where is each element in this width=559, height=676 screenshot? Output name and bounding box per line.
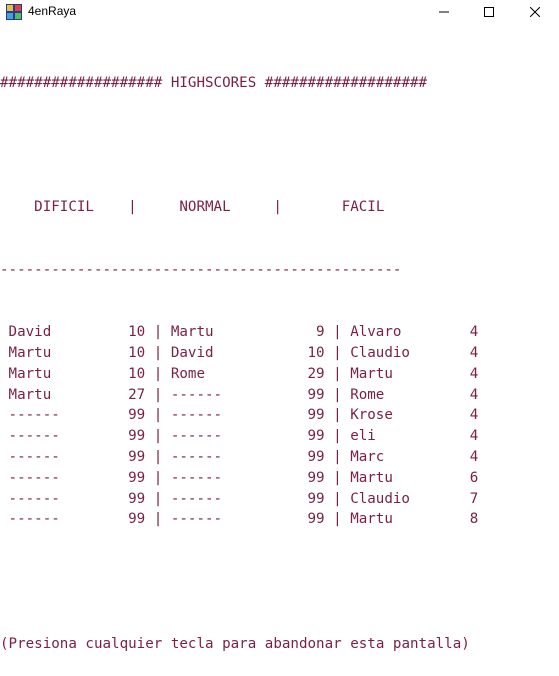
column-headers: DIFICIL | NORMAL | FACIL (34, 199, 385, 216)
dificil-name: ------ (8, 490, 60, 507)
table-row: ------ 99 | ------ 99 | eli 4 (0, 426, 559, 447)
column-dificil: DIFICIL (34, 199, 94, 216)
highscores-header: ################### HIGHSCORES #########… (0, 74, 428, 91)
dificil-name: David (8, 324, 52, 341)
facil-name: Alvaro (350, 324, 402, 341)
column-normal: NORMAL (179, 199, 231, 216)
facil-name: Rome (350, 386, 385, 403)
normal-name: Martu (170, 324, 214, 341)
header-separator: ----------------------------------------… (0, 261, 402, 278)
dificil-score: 99 (128, 469, 146, 486)
table-row: ------ 99 | ------ 99 | Krose 4 (0, 405, 559, 426)
normal-name: David (170, 344, 214, 361)
window-title: 4enRaya (28, 4, 77, 18)
table-row: Martu 10 | Rome 29 | Martu 4 (0, 364, 559, 385)
normal-name: ------ (170, 448, 223, 465)
exit-prompt: (Presiona cualquier tecla para abandonar… (0, 636, 470, 653)
dificil-name: Martu (8, 344, 52, 361)
normal-score: 9 (316, 324, 325, 341)
normal-name: ------ (170, 407, 223, 424)
table-row: David 10 | Martu 9 | Alvaro 4 (0, 322, 559, 343)
close-icon (530, 7, 540, 17)
table-row: ------ 99 | ------ 99 | Martu 6 (0, 468, 559, 489)
facil-name: Martu (350, 365, 393, 382)
facil-score: 8 (469, 511, 479, 528)
normal-score: 10 (307, 344, 325, 361)
close-button[interactable] (513, 0, 557, 24)
normal-score: 99 (307, 407, 325, 424)
facil-name: Claudio (350, 344, 410, 361)
normal-name: ------ (170, 469, 223, 486)
facil-score: 4 (469, 344, 479, 361)
facil-score: 4 (469, 428, 479, 445)
minimize-button[interactable] (422, 0, 466, 24)
normal-score: 29 (307, 365, 325, 382)
facil-score: 4 (469, 407, 479, 424)
dificil-name: ------ (8, 511, 60, 528)
dificil-score: 99 (128, 428, 146, 445)
facil-score: 4 (469, 365, 479, 382)
dificil-name: ------ (8, 428, 60, 445)
title-bar: 4enRaya (0, 0, 559, 24)
normal-name: ------ (170, 428, 223, 445)
table-row: ------ 99 | ------ 99 | Marc 4 (0, 447, 559, 468)
dificil-name: ------ (8, 407, 60, 424)
table-row: ------ 99 | ------ 99 | Claudio 7 (0, 489, 559, 510)
facil-name: Krose (350, 407, 393, 424)
normal-score: 99 (307, 386, 325, 403)
normal-name: ------ (170, 511, 223, 528)
score-rows: David 10 | Martu 9 | Alvaro 4 Martu 10 | Dav… (0, 322, 559, 530)
column-facil: FACIL (341, 199, 385, 216)
normal-name: ------ (170, 490, 223, 507)
facil-score: 4 (469, 324, 479, 341)
facil-score: 6 (469, 469, 479, 486)
dificil-score: 10 (128, 324, 146, 341)
dificil-score: 99 (128, 407, 146, 424)
normal-score: 99 (307, 469, 325, 486)
facil-score: 4 (469, 386, 479, 403)
dificil-score: 99 (128, 490, 146, 507)
facil-name: Martu (350, 511, 393, 528)
normal-score: 99 (307, 428, 325, 445)
normal-name: ------ (170, 386, 223, 403)
table-row: ------ 99 | ------ 99 | Martu 8 (0, 509, 559, 530)
dificil-score: 10 (128, 344, 146, 361)
facil-score: 7 (469, 490, 479, 507)
console-output: ################### HIGHSCORES #########… (0, 31, 559, 676)
facil-name: Martu (350, 469, 393, 486)
facil-name: Claudio (350, 490, 410, 507)
dificil-name: Martu (8, 365, 52, 382)
app-icon (6, 4, 22, 20)
normal-score: 99 (307, 490, 325, 507)
dificil-score: 99 (128, 448, 146, 465)
normal-score: 99 (307, 511, 325, 528)
dificil-name: ------ (8, 448, 60, 465)
table-row: Martu 10 | David 10 | Claudio 4 (0, 343, 559, 364)
facil-name: eli (350, 428, 376, 445)
normal-score: 99 (307, 448, 325, 465)
dificil-score: 99 (128, 511, 146, 528)
normal-name: Rome (170, 365, 205, 382)
minimize-icon (439, 11, 449, 13)
dificil-name: Martu (8, 386, 52, 403)
facil-name: Marc (350, 448, 385, 465)
dificil-score: 27 (128, 386, 146, 403)
maximize-icon (484, 7, 494, 17)
table-row: Martu 27 | ------ 99 | Rome 4 (0, 385, 559, 406)
dificil-score: 10 (128, 365, 146, 382)
dificil-name: ------ (8, 469, 60, 486)
maximize-button[interactable] (467, 0, 511, 24)
facil-score: 4 (469, 448, 479, 465)
